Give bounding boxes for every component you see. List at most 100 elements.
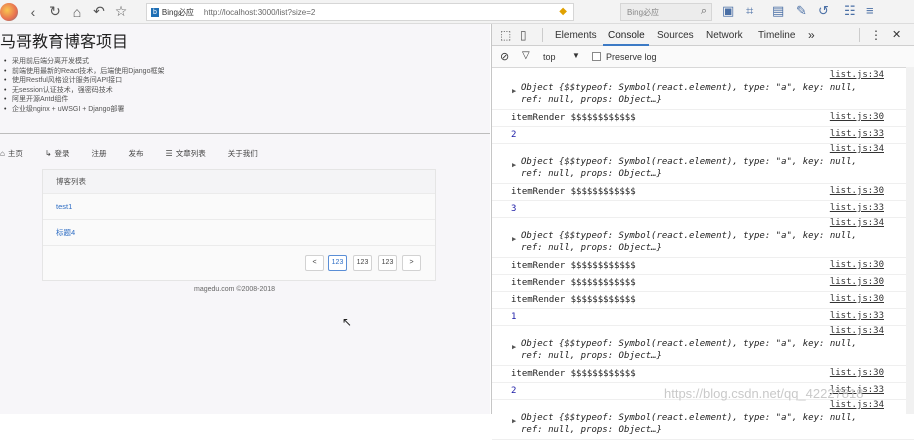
pagination-prev[interactable]: < — [305, 255, 324, 271]
list-item-link[interactable]: test1 — [43, 194, 435, 220]
history-icon[interactable]: ↺ — [818, 3, 829, 19]
expand-triangle-icon[interactable]: ▶ — [512, 341, 516, 353]
context-select[interactable]: top — [543, 52, 556, 62]
source-link[interactable]: list.js:34 — [830, 144, 884, 154]
expand-triangle-icon[interactable]: ▶ — [512, 233, 516, 245]
tools-icon[interactable]: ▤ — [772, 3, 784, 19]
console-entry: list.js:34 ▶ Object {$$typeof: Symbol(reac… — [492, 400, 914, 440]
watermark: https://blog.csdn.net/qq_42227818 — [664, 386, 864, 401]
home-icon: ⌂ — [0, 148, 5, 158]
menu-label: 发布 — [128, 148, 144, 158]
expand-triangle-icon[interactable]: ▶ — [512, 415, 516, 427]
source-link[interactable]: list.js:34 — [830, 70, 884, 80]
source-link[interactable]: list.js:30 — [830, 260, 884, 270]
console-entry: list.js:34 ▶ Object {$$typeof: Symbol(reac… — [492, 144, 914, 184]
search-placeholder: Bing必应 — [627, 7, 660, 17]
console-entry: list.js:34 ▶ Object {$$typeof: Symbol(reac… — [492, 326, 914, 366]
filter-icon[interactable]: ▽ — [522, 50, 530, 61]
console-entry: itemRender $$$$$$$$$$$$ list.js:30 — [492, 275, 914, 292]
tab-sources[interactable]: Sources — [657, 30, 694, 41]
crop-icon[interactable]: ⌗ — [746, 3, 753, 19]
tab-network[interactable]: Network — [706, 30, 743, 41]
source-link[interactable]: list.js:30 — [830, 186, 884, 196]
console-entry: 2 list.js:33 — [492, 127, 914, 144]
source-link[interactable]: list.js:33 — [830, 203, 884, 213]
menu-articles[interactable]: ☰ 文章列表 — [166, 148, 206, 159]
console-entry: itemRender $$$$$$$$$$$$ list.js:30 — [492, 292, 914, 309]
object-line: ref: null, props: Object…} — [521, 425, 662, 435]
search-icon[interactable]: ⌕ — [701, 5, 707, 18]
source-link[interactable]: list.js:30 — [830, 277, 884, 287]
chevron-down-icon[interactable]: ▼ — [572, 51, 580, 60]
console-entry: itemRender $$$$$$$$$$$$ list.js:30 — [492, 258, 914, 275]
tab-elements[interactable]: Elements — [555, 30, 597, 41]
expand-triangle-icon[interactable]: ▶ — [512, 159, 516, 171]
console-scrollbar[interactable] — [906, 67, 914, 414]
extension-icon[interactable]: ◆ — [559, 6, 567, 17]
devtools-menu-icon[interactable]: ⋮ — [870, 28, 882, 42]
divider — [0, 133, 490, 134]
close-icon[interactable]: ✕ — [892, 28, 901, 41]
object-line: Object {$$typeof: Symbol(react.element),… — [521, 231, 857, 241]
menu-label: 文章列表 — [175, 148, 206, 158]
devtools-panel: ⬚ ▯ Elements Console Sources Network Tim… — [491, 24, 914, 440]
object-line: Object {$$typeof: Symbol(react.element),… — [521, 157, 857, 167]
preserve-log-checkbox[interactable] — [592, 52, 601, 61]
preserve-log-label: Preserve log — [606, 52, 657, 62]
list-icon: ☰ — [165, 148, 173, 158]
console-entry: 3 list.js:33 — [492, 201, 914, 218]
page-title: 马哥教育博客项目 — [0, 34, 129, 51]
clear-console-icon[interactable]: ⊘ — [500, 50, 509, 63]
console-entry: 1 list.js:33 — [492, 309, 914, 326]
console-entry: itemRender $$$$$$$$$$$$ list.js:30 — [492, 366, 914, 383]
menu-login[interactable]: ↳ 登录 — [45, 148, 70, 159]
menu-icon[interactable]: ≡ — [866, 3, 874, 18]
menu-register[interactable]: 注册 — [92, 148, 107, 159]
source-link[interactable]: list.js:30 — [830, 294, 884, 304]
source-link[interactable]: list.js:30 — [830, 368, 884, 378]
footer: magedu.com ©2008-2018 — [194, 286, 276, 293]
app-avatar-icon — [0, 2, 18, 21]
tab-timeline[interactable]: Timeline — [758, 30, 795, 41]
menu-publish[interactable]: 发布 — [129, 148, 144, 159]
menu-label: 登录 — [54, 148, 70, 158]
menu-label: 注册 — [91, 148, 107, 158]
url-text[interactable]: http://localhost:3000/list?size=2 — [204, 8, 315, 17]
address-bar[interactable]: b Bing必应 http://localhost:3000/list?size… — [146, 3, 574, 21]
back-icon[interactable]: ‹ — [22, 1, 44, 23]
browser-search-input[interactable]: Bing必应 ⌕ — [620, 3, 712, 21]
menu-about[interactable]: 关于我们 — [228, 148, 258, 159]
source-link[interactable]: list.js:34 — [830, 218, 884, 228]
login-icon: ↳ — [44, 148, 52, 158]
screenshot-icon[interactable]: ▣ — [722, 3, 734, 19]
grid-icon[interactable]: ☷ — [844, 3, 856, 19]
pagination-page[interactable]: 123 — [378, 255, 397, 271]
device-toggle-icon[interactable]: ▯ — [520, 28, 527, 42]
expand-triangle-icon[interactable]: ▶ — [512, 85, 516, 97]
more-tabs-icon[interactable]: » — [808, 28, 815, 42]
edit-icon[interactable]: ✎ — [796, 3, 807, 19]
feature-item: 前端使用最新的React技术，后端使用Django框架 — [4, 67, 164, 77]
menu-home[interactable]: ⌂ 主页 — [0, 148, 23, 159]
refresh-icon[interactable]: ↻ — [44, 1, 66, 23]
feature-list: 采用前后端分离开发模式 前端使用最新的React技术，后端使用Django框架 … — [4, 57, 164, 115]
source-link[interactable]: list.js:34 — [830, 400, 884, 410]
source-link[interactable]: list.js:33 — [830, 311, 884, 321]
feature-item: 采用前后端分离开发模式 — [4, 57, 164, 67]
tab-console[interactable]: Console — [608, 30, 645, 41]
pagination-page[interactable]: 123 — [353, 255, 372, 271]
pagination-page[interactable]: 123 — [328, 255, 347, 271]
pagination-next[interactable]: > — [402, 255, 421, 271]
home-icon[interactable]: ⌂ — [66, 1, 88, 23]
favorite-star-icon[interactable]: ☆ — [110, 1, 132, 23]
object-line: ref: null, props: Object…} — [521, 95, 662, 105]
divider — [859, 28, 860, 42]
source-link[interactable]: list.js:33 — [830, 129, 884, 139]
mouse-cursor-icon: ↖ — [342, 315, 353, 329]
object-line: Object {$$typeof: Symbol(react.element),… — [521, 83, 857, 93]
source-link[interactable]: list.js:34 — [830, 326, 884, 336]
list-item-link[interactable]: 标题4 — [43, 220, 435, 246]
source-link[interactable]: list.js:30 — [830, 112, 884, 122]
inspect-icon[interactable]: ⬚ — [500, 28, 511, 42]
undo-icon[interactable]: ↶ — [88, 1, 110, 23]
